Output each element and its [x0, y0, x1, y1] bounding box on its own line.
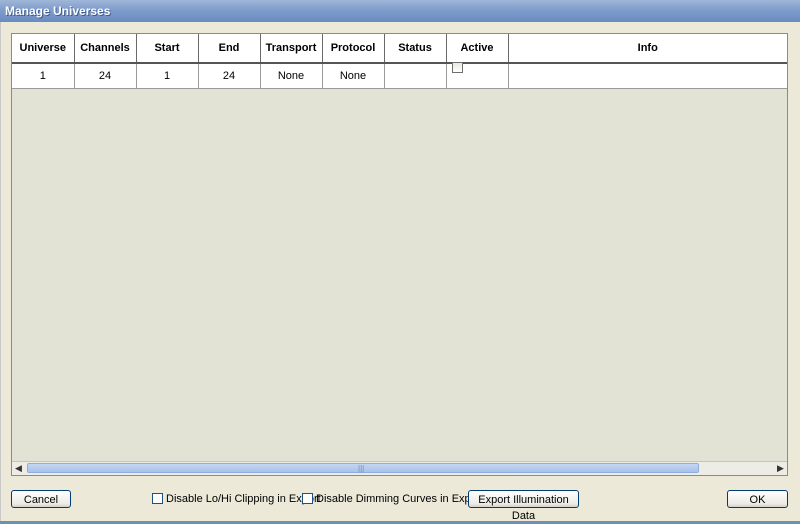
disable-dimming-checkbox-box[interactable]	[302, 493, 313, 504]
cancel-button[interactable]: Cancel	[11, 490, 71, 508]
column-header-protocol[interactable]: Protocol	[322, 34, 385, 64]
scrollbar-thumb[interactable]: |||	[27, 463, 699, 473]
cell-channels[interactable]: 24	[74, 63, 137, 89]
cell-protocol[interactable]: None	[322, 63, 385, 89]
column-header-channels[interactable]: Channels	[74, 34, 137, 64]
disable-dimming-checkbox[interactable]: Disable Dimming Curves in Export	[302, 493, 484, 506]
cell-start[interactable]: 1	[136, 63, 199, 89]
scroll-left-arrow-icon[interactable]: ◀	[12, 462, 25, 475]
active-checkbox[interactable]	[451, 62, 463, 73]
scroll-right-arrow-icon[interactable]: ▶	[774, 462, 787, 475]
column-header-transport[interactable]: Transport	[260, 34, 323, 64]
scrollbar-grip-icon: |||	[358, 464, 365, 473]
column-header-universe[interactable]: Universe	[12, 34, 75, 64]
title-bar[interactable]: Manage Universes	[0, 0, 800, 22]
cell-info[interactable]	[508, 63, 787, 89]
column-header-status[interactable]: Status	[384, 34, 447, 64]
export-illumination-data-button[interactable]: Export Illumination Data	[468, 490, 579, 522]
cell-end[interactable]: 24	[198, 63, 261, 89]
window-title: Manage Universes	[5, 4, 111, 18]
column-header-start[interactable]: Start	[136, 34, 199, 64]
manage-universes-dialog: Manage Universes Universe Channels Start…	[0, 0, 800, 522]
cell-status[interactable]	[384, 63, 447, 89]
cell-universe[interactable]: 1	[12, 63, 75, 89]
column-header-end[interactable]: End	[198, 34, 261, 64]
table-row[interactable]: 1 24 1 24 None None	[12, 62, 787, 89]
disable-clipping-label: Disable Lo/Hi Clipping in Export	[166, 493, 321, 505]
column-header-info[interactable]: Info	[508, 34, 787, 64]
disable-dimming-label: Disable Dimming Curves in Export	[316, 493, 484, 505]
table-header-row: Universe Channels Start End Transport Pr…	[12, 34, 787, 64]
ok-button[interactable]: OK	[727, 490, 788, 508]
disable-clipping-checkbox[interactable]: Disable Lo/Hi Clipping in Export	[152, 493, 321, 506]
column-header-active[interactable]: Active	[446, 34, 509, 64]
horizontal-scrollbar[interactable]: ◀ ||| ▶	[12, 461, 787, 475]
universes-table: Universe Channels Start End Transport Pr…	[12, 34, 787, 89]
cell-active	[446, 62, 509, 89]
cell-transport[interactable]: None	[260, 63, 323, 89]
disable-clipping-checkbox-box[interactable]	[152, 493, 163, 504]
universes-table-area: Universe Channels Start End Transport Pr…	[11, 33, 788, 476]
